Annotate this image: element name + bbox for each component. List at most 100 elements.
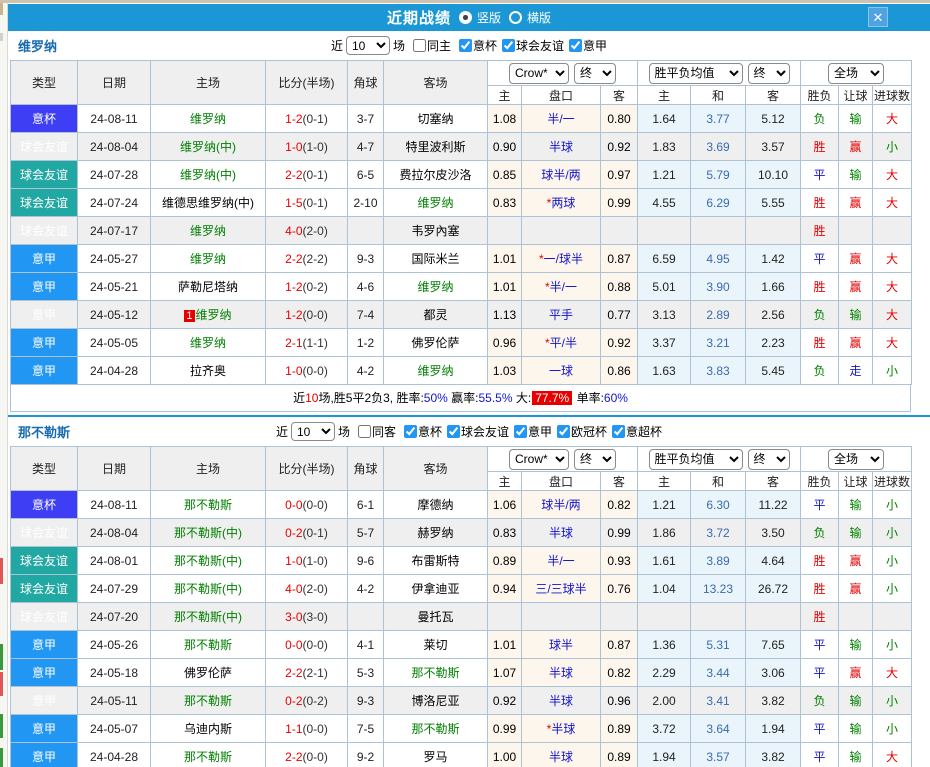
handicap-result-cell: 输 [838,686,874,715]
crow-away-odds: 0.87 [600,244,638,273]
scope-select[interactable]: 全场 [828,448,885,470]
competition-filter[interactable]: 意甲 [569,37,607,54]
col-odds-home: 主 [487,85,522,105]
odds-company-select[interactable]: Crow* [509,62,569,84]
crow-home-odds: 1.01 [487,630,522,659]
avg-draw-odds: 5.31 [690,630,746,659]
competition-filter[interactable]: 意甲 [514,423,552,440]
handicap-result-cell: 赢 [838,132,874,161]
competition-filter[interactable]: 欧冠杯 [557,423,607,440]
goals-cell: 大 [872,160,913,189]
handicap-result-cell: 输 [838,630,874,659]
vertical-layout-radio[interactable] [458,11,472,24]
away-team-cell: 维罗纳 [383,356,488,385]
crow-away-odds: 0.99 [600,188,638,217]
competition-filter[interactable]: 意杯 [459,37,497,54]
handicap-cell: 半/一 [521,104,601,133]
col-avg-draw: 和 [690,85,746,105]
score-cell: 1-1(0-0) [265,714,348,743]
avg-select[interactable]: 胜平负均值 [648,448,743,470]
crow-away-odds: 0.88 [600,272,638,301]
same-venue-checkbox[interactable]: 同主 [412,37,451,54]
match-row: 意杯 24-08-11 维罗纳 1-2(0-1) 3-7 切塞纳 1.08 半/… [10,104,913,133]
competition-filter[interactable]: 意杯 [403,423,442,440]
score-cell: 2-2(0-1) [265,160,348,189]
date-cell: 24-08-04 [77,518,151,547]
col-away: 客场 [383,446,488,491]
home-team-cell: 维罗纳(中) [150,160,266,189]
odds-company-select[interactable]: Crow* [509,448,569,470]
crow-away-odds: 0.89 [600,714,638,743]
competition-filter[interactable]: 球会友谊 [502,37,564,54]
away-team-cell: 伊拿迪亚 [383,574,488,603]
close-icon[interactable]: ✕ [868,7,888,27]
match-count-select[interactable]: 10 [345,36,390,55]
same-venue-checkbox[interactable]: 同客 [357,423,396,440]
col-home: 主场 [150,60,266,105]
handicap-result-cell: 输 [838,490,874,519]
team-header-row: 维罗纳 近 10 场 同主 意杯 球会友谊 意甲 [8,31,930,60]
goals-cell [872,216,913,245]
home-team-cell: 乌迪内斯 [150,714,266,743]
goals-cell: 小 [872,686,913,715]
score-cell: 1-5(0-1) [265,188,348,217]
away-team-cell: 莱切 [383,630,488,659]
avg-lose-odds: 7.65 [744,630,802,659]
team-section-away: 那不勒斯 近 10 场 同客 意杯 球会友谊 意甲 欧冠杯 意超杯 类型 日期 主场 [8,415,930,767]
goals-cell: 小 [872,518,913,547]
score-cell: 4-0(2-0) [265,574,348,603]
match-row: 意甲 24-05-11 那不勒斯 0-2(0-2) 9-3 博洛尼亚 0.92 … [10,686,913,715]
result-cell: 胜 [800,272,840,301]
scope-controls: 全场 [800,60,913,86]
handicap-cell: *一/球半 [521,244,601,273]
avg-time-select[interactable]: 终 [747,448,790,470]
competition-filter[interactable]: 球会友谊 [447,423,509,440]
horizontal-layout-radio[interactable] [509,11,522,24]
result-cell: 胜 [800,132,840,161]
match-row: 球会友谊 24-07-20 那不勒斯(中) 3-0(3-0) 曼托瓦 胜 [10,602,913,631]
type-badge: 意甲 [10,742,78,767]
date-cell: 24-04-28 [77,742,151,767]
col-handicap-result: 让球 [838,85,874,105]
avg-win-odds: 3.72 [637,714,691,743]
crow-away-odds: 0.77 [600,300,638,329]
avg-lose-odds: 5.45 [744,356,802,385]
home-team-cell: 拉齐奥 [150,356,266,385]
scope-select[interactable]: 全场 [828,62,885,84]
avg-win-odds: 6.59 [637,244,691,273]
odds-time-select[interactable]: 终 [574,448,616,470]
away-team-cell: 维罗纳 [383,188,488,217]
competition-filter[interactable]: 意超杯 [612,423,662,440]
handicap-cell: 平手 [521,300,601,329]
avg-draw-odds: 3.77 [690,104,746,133]
result-cell: 胜 [800,328,840,357]
avg-time-select[interactable]: 终 [747,62,790,84]
home-team-cell: 萨勒尼塔纳 [150,272,266,301]
avg-win-odds: 1.21 [637,160,691,189]
odds-time-select[interactable]: 终 [574,62,616,84]
avg-lose-odds: 1.42 [744,244,802,273]
col-type: 类型 [10,60,78,105]
result-cell: 负 [800,518,840,547]
games-label: 场 [392,39,405,53]
avg-select[interactable]: 胜平负均值 [648,62,743,84]
avg-draw-odds: 3.41 [690,686,746,715]
corner-cell: 5-7 [347,518,384,547]
handicap-result-cell: 走 [838,356,874,385]
goals-cell: 小 [872,714,913,743]
home-team-cell: 维罗纳 [150,216,266,245]
avg-draw-odds: 6.30 [690,490,746,519]
col-odds-away: 客 [600,85,638,105]
summary-line: 近10场,胜5平2负3, 胜率:50% 赢率:55.5% 大: 77.7% 单率:… [10,385,911,412]
match-count-select[interactable]: 10 [290,422,335,441]
type-badge: 意甲 [10,686,78,715]
match-row: 意甲 24-04-28 那不勒斯 2-2(0-0) 9-2 罗马 1.00 半球… [10,742,913,767]
score-cell: 0-0(0-0) [265,630,348,659]
crow-home-odds: 0.90 [487,132,522,161]
dialog-title: 近期战绩 [386,10,451,27]
col-corner: 角球 [347,60,384,105]
date-cell: 24-07-28 [77,160,151,189]
crow-away-odds: 0.86 [600,356,638,385]
result-cell: 平 [800,244,840,273]
corner-cell: 4-2 [347,356,384,385]
